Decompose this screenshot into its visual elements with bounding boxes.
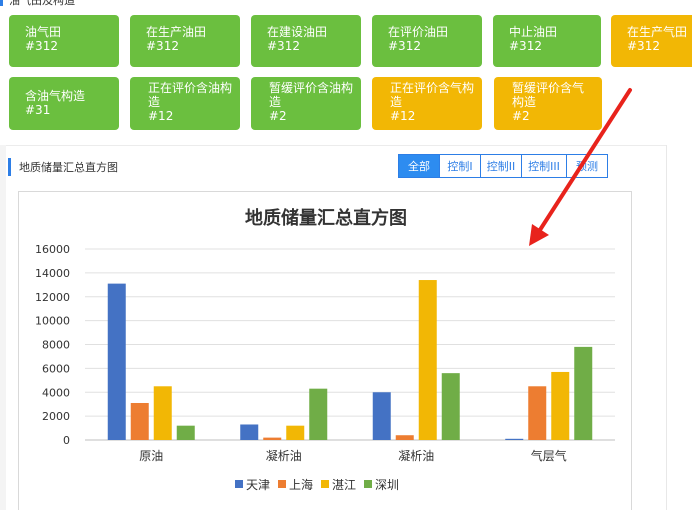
bar <box>551 371 570 440</box>
bar <box>176 425 195 440</box>
card-oil-gas-field[interactable]: 油气田 #312 <box>9 15 119 67</box>
bar <box>309 388 328 440</box>
card-count: #312 <box>388 39 421 53</box>
x-tick-label: 原油 <box>139 449 163 463</box>
bar <box>153 386 172 440</box>
bar <box>395 435 414 440</box>
y-tick-label: 14000 <box>35 267 70 280</box>
card-suspended-gas-structure[interactable]: 暂缓评价含气构造 #2 <box>494 77 602 130</box>
legend-label: 湛江 <box>332 478 356 492</box>
tab-label: 控制I <box>447 160 473 173</box>
bar <box>441 373 460 440</box>
card-suspended-oil-structure[interactable]: 暂缓评价含油构造 #2 <box>251 77 361 130</box>
tab-forecast[interactable]: 预测 <box>566 154 608 178</box>
legend-swatch <box>364 480 372 488</box>
card-evaluating-oil-field[interactable]: 在评价油田 #312 <box>372 15 482 67</box>
bar <box>418 280 437 440</box>
bar <box>263 437 282 440</box>
y-tick-label: 10000 <box>35 315 70 328</box>
tab-control-2[interactable]: 控制II <box>480 154 522 178</box>
legend-swatch <box>235 480 243 488</box>
bar <box>240 424 259 440</box>
section-accent-bar <box>8 158 11 176</box>
right-panel <box>666 145 692 510</box>
tab-label: 全部 <box>408 160 430 173</box>
card-count: #312 <box>627 39 660 53</box>
section-divider <box>0 145 666 146</box>
bar <box>505 438 524 440</box>
card-suspended-oil-field[interactable]: 中止油田 #312 <box>493 15 601 67</box>
card-count: #12 <box>390 109 416 123</box>
filter-tabs: 全部 控制I 控制II 控制III 预测 <box>398 154 608 178</box>
card-label: 含油气构造 <box>25 89 86 103</box>
bar <box>107 283 126 440</box>
x-tick-label: 气层气 <box>531 448 567 463</box>
header-title: 油气田及构造 <box>9 0 75 7</box>
legend-label: 深圳 <box>375 478 399 492</box>
y-tick-label: 12000 <box>35 291 70 304</box>
section-title: 地质储量汇总直方图 <box>19 161 118 174</box>
x-tick-label: 凝析油 <box>266 448 302 463</box>
top-header: 油气田及构造 <box>0 0 200 7</box>
card-count: #312 <box>146 39 179 53</box>
y-tick-label: 6000 <box>42 362 70 375</box>
bar <box>286 425 305 440</box>
bar-chart: 地质储量汇总直方图 0 2000 4000 6000 8000 10000 12000 1400… <box>35 207 615 492</box>
card-evaluating-oil-structure[interactable]: 正在评价含油构造 #12 <box>130 77 240 130</box>
bar <box>130 402 149 440</box>
card-count: #2 <box>512 109 530 123</box>
tab-label: 预测 <box>576 160 598 173</box>
card-count: #31 <box>25 103 51 117</box>
page: 油气田及构造 油气田 #312 在生产油田 #312 在建设油田 #312 在评… <box>0 0 692 510</box>
y-tick-label: 8000 <box>42 339 70 352</box>
x-tick-label: 凝析油 <box>398 448 434 463</box>
card-label: 暂缓评价含气构造 <box>512 81 585 109</box>
chart-title: 地质储量汇总直方图 <box>245 207 407 229</box>
header-accent-bar <box>0 0 3 6</box>
card-count: #312 <box>509 39 542 53</box>
y-tick-label: 2000 <box>42 410 70 423</box>
card-label: 暂缓评价含油构造 <box>269 81 354 109</box>
y-tick-label: 16000 <box>35 243 70 256</box>
card-producing-gas-field[interactable]: 在生产气田 #312 <box>611 15 692 67</box>
card-label: 在生产油田 <box>146 25 207 39</box>
tab-label: 控制II <box>486 160 516 173</box>
card-label: 中止油田 <box>509 25 558 39</box>
bar <box>372 392 391 440</box>
card-evaluating-gas-structure[interactable]: 正在评价含气构造 #12 <box>372 77 482 130</box>
card-oil-gas-structure[interactable]: 含油气构造 #31 <box>9 77 119 130</box>
card-label: 油气田 <box>25 25 62 39</box>
chart-container: 地质储量汇总直方图 0 2000 4000 6000 8000 10000 12000 1400… <box>18 191 632 510</box>
card-count: #12 <box>148 109 174 123</box>
bar <box>574 346 593 440</box>
card-count: #312 <box>267 39 300 53</box>
left-edge <box>0 145 6 510</box>
y-tick-label: 4000 <box>42 386 70 399</box>
card-label: 正在评价含油构造 <box>148 81 233 109</box>
y-tick-label: 0 <box>63 434 70 447</box>
card-constructing-oil-field[interactable]: 在建设油田 #312 <box>251 15 361 67</box>
legend-swatch <box>278 480 286 488</box>
legend-label: 上海 <box>289 477 313 492</box>
card-label: 在评价油田 <box>388 25 449 39</box>
card-label: 在建设油田 <box>267 25 328 39</box>
tab-control-3[interactable]: 控制III <box>521 154 567 178</box>
section-header: 地质储量汇总直方图 <box>8 157 118 177</box>
card-count: #2 <box>269 109 287 123</box>
legend-label: 天津 <box>246 478 270 492</box>
tab-all[interactable]: 全部 <box>398 154 440 178</box>
bar <box>528 386 547 440</box>
tab-label: 控制III <box>528 160 560 173</box>
card-label: 正在评价含气构造 <box>390 81 475 109</box>
card-count: #312 <box>25 39 58 53</box>
card-producing-oil-field[interactable]: 在生产油田 #312 <box>130 15 240 67</box>
card-label: 在生产气田 <box>627 25 688 39</box>
legend-swatch <box>321 480 329 488</box>
tab-control-1[interactable]: 控制I <box>439 154 481 178</box>
